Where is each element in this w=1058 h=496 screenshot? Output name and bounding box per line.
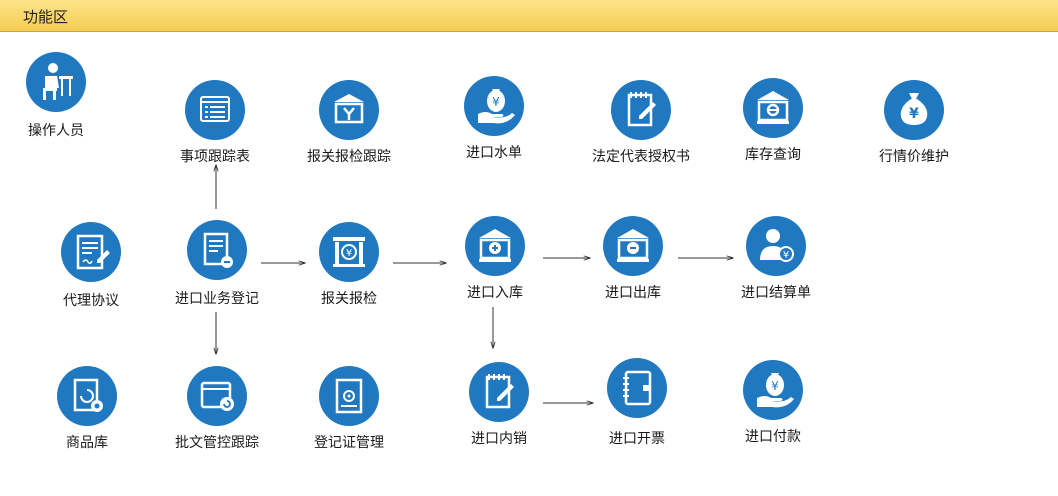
svg-text:¥: ¥ <box>492 95 500 109</box>
workflow-canvas: 操作人员 事项跟踪表 报关报检跟踪 ¥ 进口水单 法定代表授权书 库存查询 ¥ … <box>0 32 1058 496</box>
money-bag-icon: ¥ <box>884 80 944 140</box>
ledger-book-icon <box>607 358 667 418</box>
warehouse-add-icon <box>465 216 525 276</box>
node-label: 进口业务登记 <box>175 291 259 307</box>
warehouse-search-icon <box>743 78 803 138</box>
node-label: 操作人员 <box>28 123 84 139</box>
node-label: 进口入库 <box>467 285 523 301</box>
user-yen-icon: ¥ <box>746 216 806 276</box>
node-label: 事项跟踪表 <box>180 149 250 165</box>
building-tools-icon <box>319 80 379 140</box>
node-label: 报关报检 <box>321 291 377 307</box>
node-label: 批文管控跟踪 <box>175 435 259 451</box>
money-hand-icon: ¥ <box>464 76 524 136</box>
node-label: 法定代表授权书 <box>592 149 690 165</box>
notepad-pen-icon <box>469 362 529 422</box>
browser-list-icon <box>185 80 245 140</box>
node-label: 代理协议 <box>63 293 119 309</box>
node-label: 报关报检跟踪 <box>307 149 391 165</box>
window-refresh-icon <box>187 366 247 426</box>
node-label: 进口开票 <box>609 431 665 447</box>
header-title: 功能区 <box>23 8 69 26</box>
notepad-pen-icon <box>611 80 671 140</box>
svg-text:¥: ¥ <box>771 379 779 393</box>
worker-at-desk-icon <box>26 52 86 112</box>
certificate-icon <box>319 366 379 426</box>
document-remove-icon <box>187 220 247 280</box>
node-label: 进口结算单 <box>741 285 811 301</box>
node-label: 商品库 <box>66 435 108 451</box>
warehouse-remove-icon <box>603 216 663 276</box>
svg-text:¥: ¥ <box>346 248 352 259</box>
node-label: 行情价维护 <box>879 149 949 165</box>
function-area-header: 功能区 <box>0 0 1058 32</box>
node-label: 进口付款 <box>745 429 801 445</box>
building-yen-icon: ¥ <box>319 222 379 282</box>
node-label: 库存查询 <box>745 147 801 163</box>
node-label: 进口水单 <box>466 145 522 161</box>
svg-text:¥: ¥ <box>783 250 789 261</box>
svg-text:¥: ¥ <box>909 106 919 122</box>
node-label: 登记证管理 <box>314 435 384 451</box>
document-gear-icon <box>57 366 117 426</box>
node-label: 进口内销 <box>471 431 527 447</box>
document-sign-icon <box>61 222 121 282</box>
node-label: 进口出库 <box>605 285 661 301</box>
money-hand-icon: ¥ <box>743 360 803 420</box>
